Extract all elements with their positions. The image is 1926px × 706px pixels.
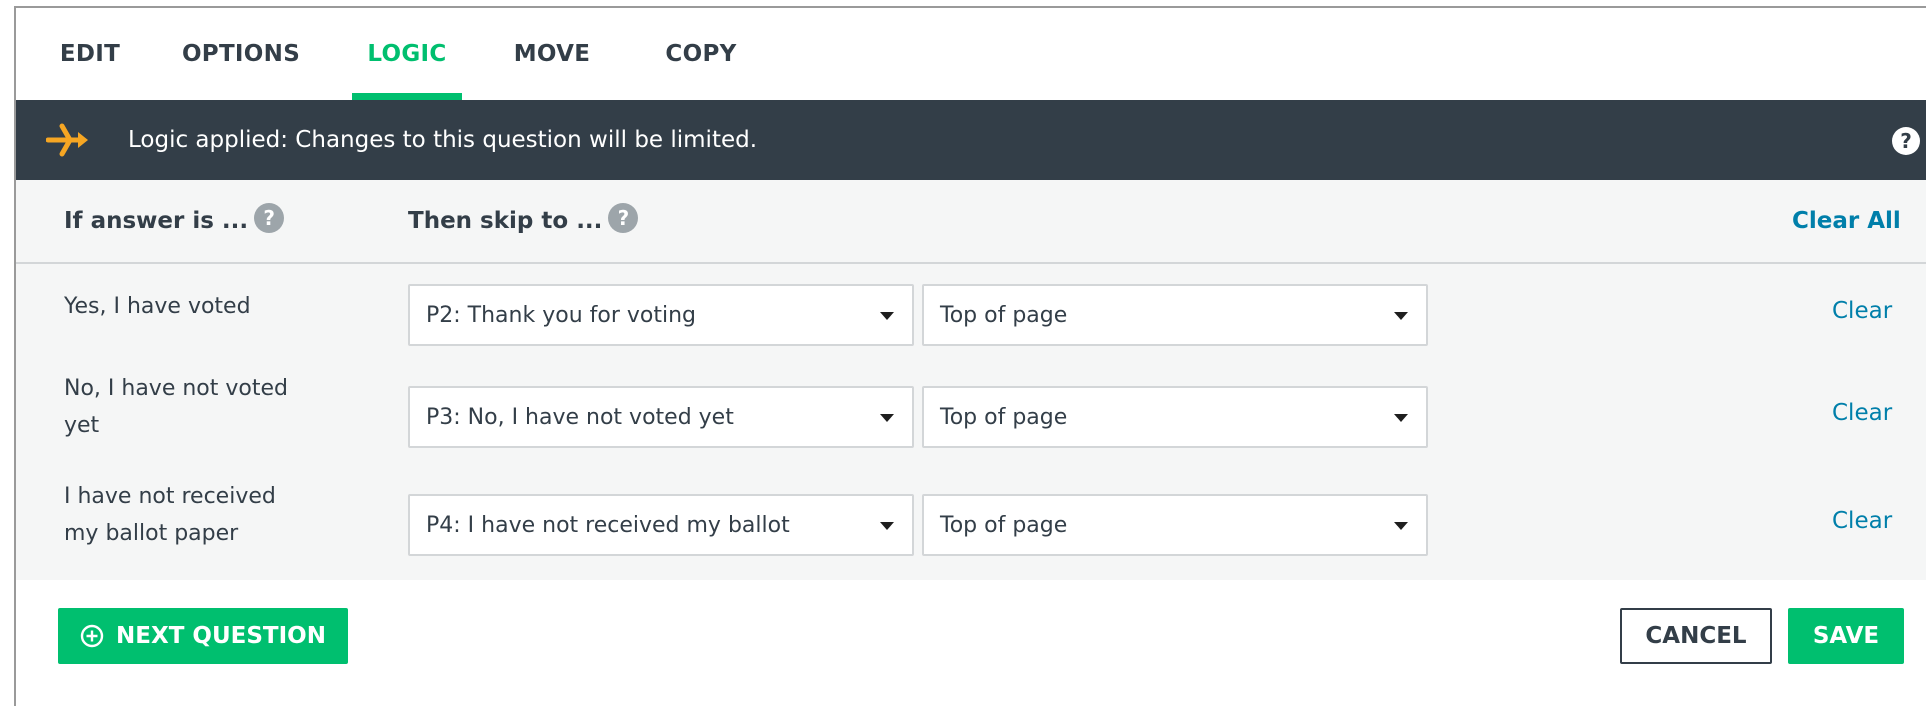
skip-position-value: Top of page xyxy=(940,404,1068,430)
chevron-down-icon xyxy=(1394,522,1408,530)
chevron-down-icon xyxy=(880,414,894,422)
skip-position-select[interactable]: Top of page xyxy=(922,494,1428,556)
clear-all-link[interactable]: Clear All xyxy=(1792,208,1901,234)
tab-logic[interactable]: LOGIC xyxy=(352,8,462,100)
answer-column-label: If answer is ... xyxy=(64,208,249,234)
help-icon[interactable]: ? xyxy=(1892,127,1920,155)
skip-position-value: Top of page xyxy=(940,512,1068,538)
skip-page-select[interactable]: P3: No, I have not voted yet xyxy=(408,386,914,448)
chevron-down-icon xyxy=(1394,312,1408,320)
tab-move[interactable]: MOVE xyxy=(510,8,594,100)
skip-logic-row: I have not received my ballot paper P4: … xyxy=(16,474,1926,574)
editor-tabs: EDIT OPTIONS LOGIC MOVE COPY xyxy=(16,8,1926,100)
answer-help-icon[interactable]: ? xyxy=(254,203,285,233)
clear-row-link[interactable]: Clear xyxy=(1832,298,1892,324)
skip-page-value: P3: No, I have not voted yet xyxy=(426,404,734,430)
answer-label: Yes, I have voted xyxy=(64,294,251,319)
skip-help-icon[interactable]: ? xyxy=(608,203,639,233)
skip-page-select[interactable]: P4: I have not received my ballot xyxy=(408,494,914,556)
answer-column-header: If answer is ... ? xyxy=(64,203,285,234)
plus-circle-icon xyxy=(80,624,104,648)
next-question-button[interactable]: NEXT QUESTION xyxy=(58,608,348,664)
chevron-down-icon xyxy=(880,312,894,320)
answer-label: I have not received my ballot paper xyxy=(64,484,276,546)
skip-logic-table: If answer is ... ? Then skip to ... ? Cl… xyxy=(16,180,1926,580)
skip-column-label: Then skip to ... xyxy=(408,208,603,234)
next-question-label: NEXT QUESTION xyxy=(116,623,326,649)
logic-applied-message: Logic applied: Changes to this question … xyxy=(128,127,758,153)
skip-logic-row: No, I have not voted yet P3: No, I have … xyxy=(16,366,1926,466)
tab-edit[interactable]: EDIT xyxy=(54,8,126,100)
skip-page-value: P4: I have not received my ballot xyxy=(426,512,790,538)
chevron-down-icon xyxy=(1394,414,1408,422)
skip-page-value: P2: Thank you for voting xyxy=(426,302,696,328)
clear-row-link[interactable]: Clear xyxy=(1832,508,1892,534)
question-editor-panel: EDIT OPTIONS LOGIC MOVE COPY Logic appli… xyxy=(14,6,1926,706)
skip-column-header: Then skip to ... ? xyxy=(408,203,639,234)
clear-row-link[interactable]: Clear xyxy=(1832,400,1892,426)
answer-label: No, I have not voted yet xyxy=(64,376,288,438)
skip-position-value: Top of page xyxy=(940,302,1068,328)
tab-options[interactable]: OPTIONS xyxy=(180,8,302,100)
banner-help[interactable]: ? xyxy=(1892,127,1920,155)
skip-logic-row: Yes, I have voted P2: Thank you for voti… xyxy=(16,264,1926,364)
skip-page-select[interactable]: P2: Thank you for voting xyxy=(408,284,914,346)
chevron-down-icon xyxy=(880,522,894,530)
tab-copy[interactable]: COPY xyxy=(660,8,742,100)
save-button[interactable]: SAVE xyxy=(1788,608,1904,664)
cancel-button[interactable]: CANCEL xyxy=(1620,608,1772,664)
logic-branch-icon xyxy=(46,123,88,157)
skip-logic-header: If answer is ... ? Then skip to ... ? Cl… xyxy=(16,180,1926,264)
skip-position-select[interactable]: Top of page xyxy=(922,386,1428,448)
logic-applied-banner: Logic applied: Changes to this question … xyxy=(16,100,1926,180)
skip-position-select[interactable]: Top of page xyxy=(922,284,1428,346)
